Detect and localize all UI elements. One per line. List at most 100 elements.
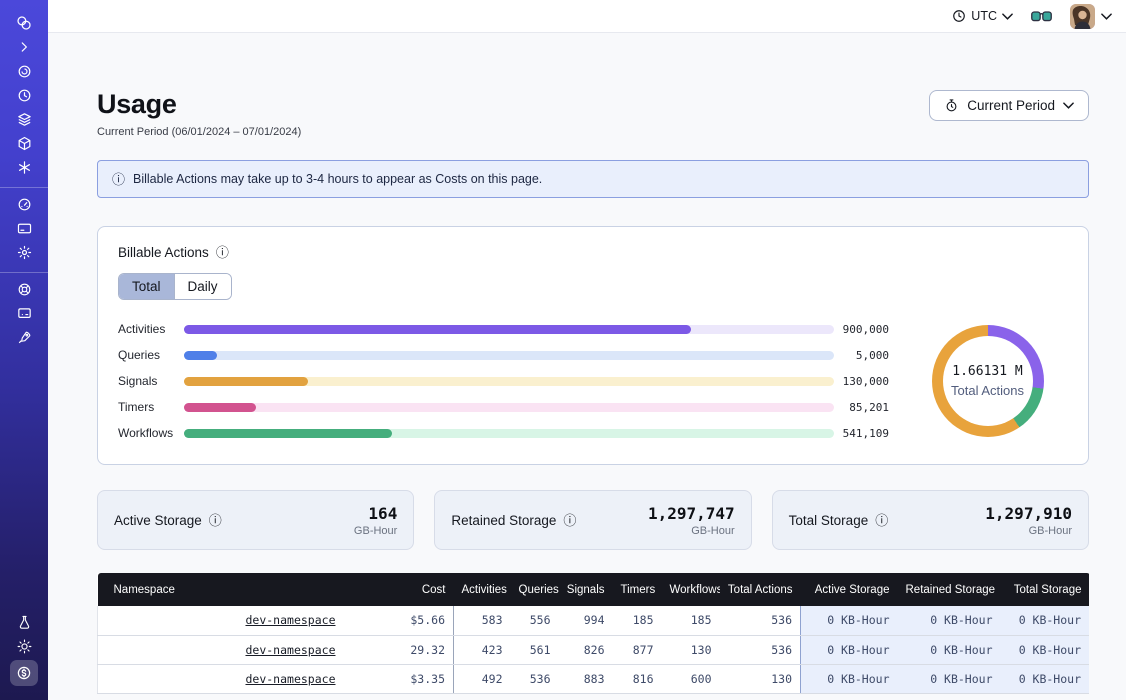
cost-cell: 29.32 bbox=[344, 635, 454, 664]
total-storage-card: Total Storage ⓘ 1,297,910 GB-Hour bbox=[772, 490, 1089, 550]
theme-sun-icon[interactable] bbox=[11, 636, 37, 656]
count-cell: 994 bbox=[559, 606, 613, 635]
total-storage-unit: GB-Hour bbox=[985, 525, 1072, 537]
namespace-usage-table-clip: NamespaceCostActivitiesQueriesSignalsTim… bbox=[97, 573, 1089, 694]
table-header: NamespaceCostActivitiesQueriesSignalsTim… bbox=[98, 573, 1090, 606]
support-lifebuoy-icon[interactable] bbox=[11, 279, 37, 299]
info-icon[interactable]: ⓘ bbox=[216, 246, 229, 259]
bar-value: 900,000 bbox=[834, 323, 889, 336]
count-cell: 556 bbox=[511, 606, 559, 635]
clock-icon bbox=[952, 9, 966, 23]
period-selector-button[interactable]: Current Period bbox=[929, 90, 1089, 121]
settings-gear-icon[interactable] bbox=[11, 242, 37, 262]
getting-started-rocket-icon[interactable] bbox=[11, 327, 37, 347]
active-storage-label-text: Active Storage bbox=[114, 513, 202, 528]
cost-cell bbox=[344, 693, 454, 694]
storage-cell: 0 KB-Hour bbox=[1001, 635, 1090, 664]
donut-wrap: 1.66131 M Total Actions bbox=[889, 325, 1068, 437]
namespace-cell: dev-namespace bbox=[98, 664, 344, 693]
feedback-screen-icon[interactable] bbox=[11, 303, 37, 323]
count-cell: 423 bbox=[454, 635, 511, 664]
storage-cell: 0 KB-Hour bbox=[898, 635, 1001, 664]
bar-value: 85,201 bbox=[834, 401, 889, 414]
bar-value: 5,000 bbox=[834, 349, 889, 362]
usage-meter-icon[interactable] bbox=[11, 194, 37, 214]
billable-view-tabs: Total Daily bbox=[118, 273, 232, 300]
bar-label: Queries bbox=[118, 348, 184, 362]
user-menu[interactable] bbox=[1070, 4, 1112, 29]
column-header: Namespace bbox=[98, 573, 344, 606]
stopwatch-icon bbox=[944, 98, 959, 113]
timezone-dropdown[interactable]: UTC bbox=[952, 9, 1013, 23]
tab-daily[interactable]: Daily bbox=[174, 274, 231, 299]
bar-fill bbox=[184, 351, 217, 360]
bar-fill bbox=[184, 325, 691, 334]
total-actions-label: Total Actions bbox=[951, 383, 1024, 398]
topbar: UTC bbox=[48, 0, 1126, 33]
info-icon[interactable]: ⓘ bbox=[875, 514, 888, 527]
glasses-icon[interactable] bbox=[1031, 10, 1052, 23]
total-actions-value: 1.66131 M bbox=[952, 364, 1022, 379]
chevron-down-icon bbox=[1002, 13, 1013, 20]
count-cell: 185 bbox=[662, 606, 720, 635]
bar-fill bbox=[184, 429, 392, 438]
table-row: dev-namespace$5.665835569941851855360 KB… bbox=[98, 606, 1090, 635]
info-icon[interactable]: ⓘ bbox=[563, 514, 576, 527]
namespace-link[interactable]: dev-namespace bbox=[245, 613, 335, 627]
storage-cell bbox=[1001, 693, 1090, 694]
storage-summary-row: Active Storage ⓘ 164 GB-Hour Retained St… bbox=[97, 490, 1089, 550]
namespace-link[interactable]: dev-namespace bbox=[245, 643, 335, 657]
bar-label: Workflows bbox=[118, 426, 184, 440]
retained-storage-label: Retained Storage ⓘ bbox=[451, 513, 576, 528]
namespace-cell: dev-namespace bbox=[98, 606, 344, 635]
storage-cell: 0 KB-Hour bbox=[898, 606, 1001, 635]
count-cell bbox=[454, 693, 511, 694]
cost-cell: $3.35 bbox=[344, 664, 454, 693]
avatar[interactable] bbox=[1070, 4, 1095, 29]
billable-chart-area: Activities 900,000 Queries 5,000 Signals 130,… bbox=[118, 316, 1068, 446]
total-storage-value: 1,297,910 bbox=[985, 504, 1072, 523]
bar-track bbox=[184, 403, 834, 412]
namespaces-icon[interactable] bbox=[11, 61, 37, 81]
storage-cell bbox=[898, 693, 1001, 694]
count-cell: 130 bbox=[720, 664, 801, 693]
count-cell: 536 bbox=[720, 606, 801, 635]
storage-cell: 0 KB-Hour bbox=[1001, 606, 1090, 635]
bars: Activities 900,000 Queries 5,000 Signals 130,… bbox=[118, 316, 889, 446]
usage-billing-dollar-icon[interactable] bbox=[10, 660, 38, 686]
bar-label: Activities bbox=[118, 322, 184, 336]
column-header: Total Storage bbox=[1001, 573, 1090, 606]
expand-sidebar-icon[interactable] bbox=[11, 37, 37, 57]
bar-value: 130,000 bbox=[834, 375, 889, 388]
deployments-cube-icon[interactable] bbox=[11, 133, 37, 153]
sidebar-divider bbox=[0, 272, 48, 273]
retained-storage-unit: GB-Hour bbox=[648, 525, 735, 537]
info-icon[interactable]: ⓘ bbox=[209, 514, 222, 527]
billing-card-icon[interactable] bbox=[11, 218, 37, 238]
count-cell bbox=[720, 693, 801, 694]
column-header: Retained Storage bbox=[898, 573, 1001, 606]
storage-cell: 0 KB-Hour bbox=[801, 664, 898, 693]
temporal-logo-icon[interactable] bbox=[11, 13, 37, 33]
namespace-cell: dev-namespace bbox=[98, 693, 344, 694]
batch-layers-icon[interactable] bbox=[11, 109, 37, 129]
labs-flask-icon[interactable] bbox=[11, 612, 37, 632]
bar-fill bbox=[184, 377, 308, 386]
count-cell bbox=[613, 693, 662, 694]
count-cell: 130 bbox=[662, 635, 720, 664]
nexus-asterisk-icon[interactable] bbox=[11, 157, 37, 177]
namespace-link[interactable]: dev-namespace bbox=[245, 672, 335, 686]
info-banner: ⓘ Billable Actions may take up to 3-4 ho… bbox=[97, 160, 1089, 198]
bar-label: Signals bbox=[118, 374, 184, 388]
billable-actions-title: Billable Actions ⓘ bbox=[118, 245, 1068, 260]
column-header: Total Actions bbox=[720, 573, 801, 606]
schedules-icon[interactable] bbox=[11, 85, 37, 105]
period-selector-label: Current Period bbox=[967, 98, 1055, 113]
sidebar bbox=[0, 0, 48, 700]
sidebar-divider bbox=[0, 187, 48, 188]
content: Usage Current Period (06/01/2024 – 07/01… bbox=[48, 88, 1126, 694]
bar-track bbox=[184, 377, 834, 386]
count-cell: 561 bbox=[511, 635, 559, 664]
total-storage-label-text: Total Storage bbox=[789, 513, 869, 528]
tab-total[interactable]: Total bbox=[119, 274, 174, 299]
